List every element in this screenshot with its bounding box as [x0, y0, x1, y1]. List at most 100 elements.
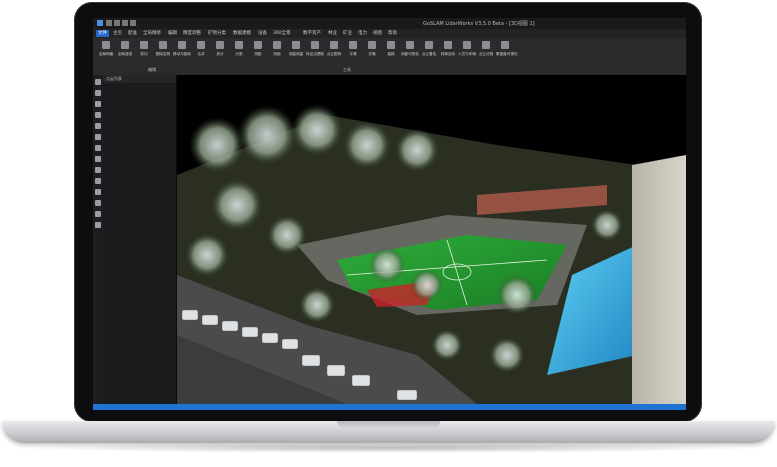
area-icon: [273, 41, 281, 49]
ribbon-tool-button[interactable]: 点云分割: [477, 41, 495, 57]
ribbon-tool-button[interactable]: 全局漫游: [116, 41, 134, 57]
ribbon-tool-label: 测量测量: [288, 52, 304, 56]
feature-point-icon: [311, 41, 319, 49]
people-icon: [463, 41, 471, 49]
title-bar: GoSLAM LidarWorks V3.5.0 Beta - [3D视图 1]: [93, 18, 686, 29]
menu-item[interactable]: 360全景: [271, 30, 293, 37]
menu-item[interactable]: 编辑: [166, 30, 179, 37]
ribbon-tool-label: 合并: [197, 52, 205, 56]
laptop-base-notch: [337, 421, 440, 429]
menu-item[interactable]: 电力: [356, 30, 369, 37]
ribbon-tool-label: 点云图例: [326, 52, 342, 56]
ribbon-tool-label: 平滑: [349, 52, 357, 56]
ribbon-tool-button[interactable]: 移动与旋转: [173, 41, 191, 57]
left-tool-icon[interactable]: [95, 79, 101, 85]
left-tool-icon[interactable]: [95, 123, 101, 129]
menu-item[interactable]: 文件: [96, 30, 109, 37]
ribbon-tool-button[interactable]: 分割: [230, 41, 248, 57]
ribbon-tool-button[interactable]: 点云着色: [420, 41, 438, 57]
ribbon-tool-label: 人员与车辆: [458, 52, 476, 56]
left-tool-icon[interactable]: [95, 101, 101, 107]
left-tool-icon[interactable]: [95, 222, 101, 228]
merge-icon: [197, 41, 205, 49]
ribbon-tool-button[interactable]: 平滑: [344, 41, 362, 57]
ribbon-group-edit-label: 编辑: [148, 67, 156, 72]
panel-header: 点云列表: [103, 75, 176, 83]
ribbon-tool-button[interactable]: 测距: [249, 41, 267, 57]
settings-gear-icon[interactable]: [130, 20, 136, 26]
ribbon-tool-button[interactable]: 覆盖度可视化: [496, 41, 518, 57]
smooth-icon: [349, 41, 357, 49]
roam-icon: [121, 41, 129, 49]
ribbon-tool-label: 转换坐标: [440, 52, 456, 56]
transform-icon: [444, 41, 452, 49]
left-tool-icon[interactable]: [95, 112, 101, 118]
ribbon-tool-button[interactable]: 间距可视化: [401, 41, 419, 57]
ribbon-tool-button[interactable]: 点云图例: [325, 41, 343, 57]
coloring-icon: [425, 41, 433, 49]
left-tool-icon[interactable]: [95, 189, 101, 195]
ribbon-tool-button[interactable]: 转换坐标: [439, 41, 457, 57]
grid-icon: [102, 41, 110, 49]
ribbon-tool-button[interactable]: 拆分: [211, 41, 229, 57]
ribbon-tool-button[interactable]: 测面: [268, 41, 286, 57]
split-icon: [216, 41, 224, 49]
menu-item[interactable]: 林业: [326, 30, 339, 37]
app-screen: GoSLAM LidarWorks V3.5.0 Beta - [3D视图 1]…: [93, 18, 686, 410]
left-tool-icon[interactable]: [95, 200, 101, 206]
menu-item[interactable]: 精度调整: [181, 30, 203, 37]
ribbon-tool-label: 点云分割: [478, 52, 494, 56]
left-tool-icon[interactable]: [95, 145, 101, 151]
ribbon-tool-button[interactable]: 全局网格: [97, 41, 115, 57]
menu-item[interactable]: 数据建模: [231, 30, 253, 37]
denoise-icon: [368, 41, 376, 49]
cloud-split-icon: [482, 41, 490, 49]
save-icon[interactable]: [122, 20, 128, 26]
ribbon-tool-button[interactable]: 测量测量: [287, 41, 305, 57]
window-title: GoSLAM LidarWorks V3.5.0 Beta - [3D视图 1]: [423, 21, 535, 27]
laptop-shadow: [20, 443, 757, 453]
menu-item[interactable]: 视图: [371, 30, 384, 37]
ribbon-tool-label: 删除结构: [155, 52, 171, 56]
menu-item[interactable]: 配准: [126, 30, 139, 37]
menu-item[interactable]: 矿业: [341, 30, 354, 37]
ribbon-tool-label: 测距: [254, 52, 262, 56]
ribbon-tool-button[interactable]: 去噪: [363, 41, 381, 57]
left-tool-icon[interactable]: [95, 211, 101, 217]
ribbon-group-tools-label: 工具: [343, 67, 351, 72]
point-cloud-panel: 点云列表: [103, 75, 177, 404]
menu-item[interactable]: 矿物分类: [206, 30, 228, 37]
status-bar: [93, 404, 686, 410]
left-tool-icon[interactable]: [95, 167, 101, 173]
ribbon-tool-button[interactable]: 抽稀: [382, 41, 400, 57]
delete-structure-icon: [159, 41, 167, 49]
ribbon-tool-label: 间距可视化: [401, 52, 419, 56]
ribbon-tool-label: 去噪: [368, 52, 376, 56]
left-tool-icon[interactable]: [95, 134, 101, 140]
menu-item[interactable]: 主页: [111, 30, 124, 37]
open-file-icon[interactable]: [114, 20, 120, 26]
new-file-icon[interactable]: [106, 20, 112, 26]
left-tool-icon[interactable]: [95, 156, 101, 162]
menu-item[interactable]: 帮助: [386, 30, 399, 37]
ribbon-tool-button[interactable]: 删除结构: [154, 41, 172, 57]
ribbon-toolbar: 编辑 工具 全局网格 全局漫游 剪切 删除结构 移动与旋转 合并 拆分 分割 测距 测面 测量测量特…: [93, 38, 686, 76]
scissors-icon: [140, 41, 148, 49]
left-tool-icon[interactable]: [95, 90, 101, 96]
ribbon-tool-button[interactable]: 合并: [192, 41, 210, 57]
ribbon-tool-button[interactable]: 特征点提取: [306, 41, 324, 57]
segment-icon: [235, 41, 243, 49]
ribbon-tool-label: 全局漫游: [117, 52, 133, 56]
left-tool-icon[interactable]: [95, 178, 101, 184]
ribbon-tool-button[interactable]: 人员与车辆: [458, 41, 476, 57]
ribbon-tool-label: 拆分: [216, 52, 224, 56]
menu-item[interactable]: 数字资产: [301, 30, 323, 37]
ribbon-tool-label: 测面: [273, 52, 281, 56]
menu-item[interactable]: 设备: [256, 30, 269, 37]
menu-item[interactable]: 全局精修: [141, 30, 163, 37]
ribbon-tool-button[interactable]: 剪切: [135, 41, 153, 57]
ribbon-tool-label: 点云着色: [421, 52, 437, 56]
3d-viewport[interactable]: [177, 75, 686, 404]
ribbon-tool-label: 分割: [235, 52, 243, 56]
thin-icon: [387, 41, 395, 49]
